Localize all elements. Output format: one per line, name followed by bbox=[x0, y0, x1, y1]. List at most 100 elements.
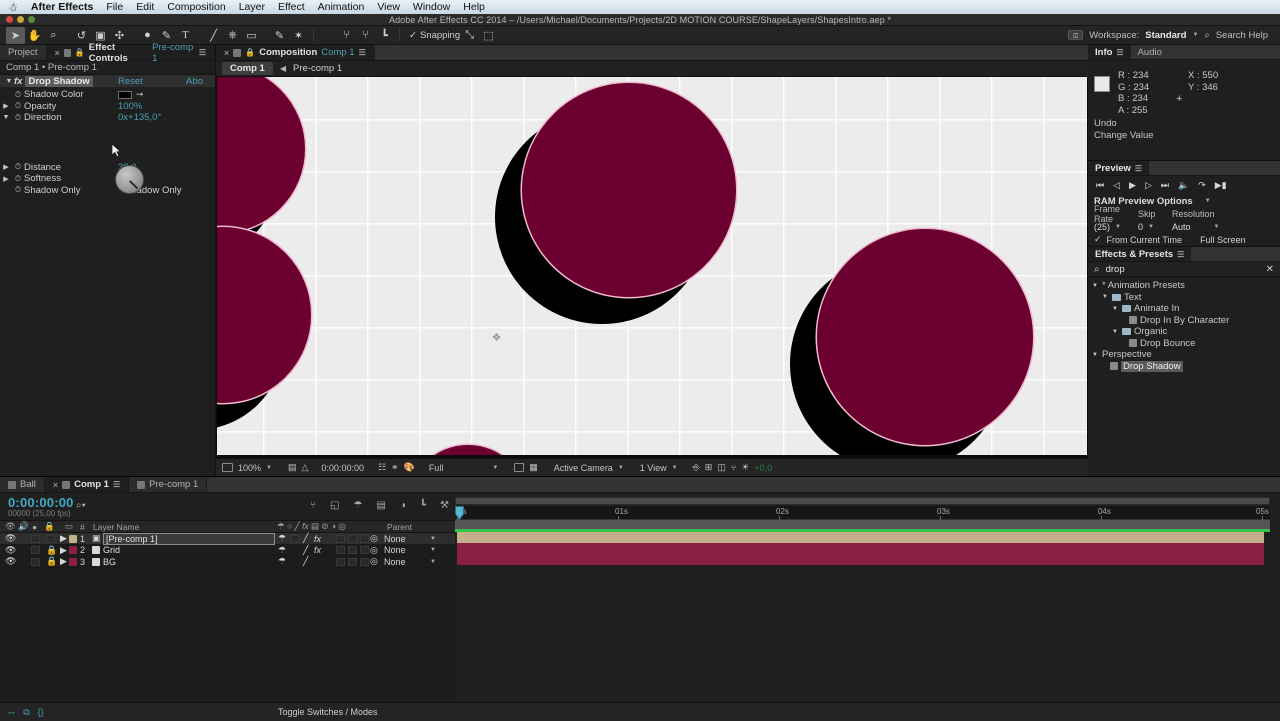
property-value[interactable]: 100% bbox=[118, 101, 142, 112]
panel-menu-icon[interactable]: ☰ bbox=[359, 48, 366, 57]
zoom-level-icon[interactable] bbox=[222, 463, 233, 472]
lock-icon[interactable]: 🔒 bbox=[245, 48, 255, 57]
tree-node-drop-bounce[interactable]: Drop Bounce bbox=[1088, 338, 1280, 350]
expand-layer-icon[interactable]: ▶ bbox=[60, 556, 67, 568]
flowchart-icon[interactable]: ⑂ bbox=[731, 463, 736, 473]
shy-switch[interactable]: ☂ bbox=[278, 533, 286, 545]
align-center-icon[interactable]: ⑂ bbox=[356, 27, 375, 44]
camera-view-value[interactable]: Active Camera bbox=[554, 463, 613, 473]
resolution-chevron-down-icon[interactable]: ▼ bbox=[1214, 224, 1220, 230]
stopwatch-icon[interactable]: ⏱ bbox=[12, 174, 24, 184]
time-ruler[interactable]: 0s 01s 02s 03s 04s 05s bbox=[455, 506, 1270, 520]
parent-chevron-down-icon[interactable]: ▼ bbox=[430, 533, 436, 545]
solo-toggle[interactable] bbox=[31, 534, 40, 543]
tree-node-organic[interactable]: ▼ Organic bbox=[1088, 326, 1280, 338]
lock-toggle[interactable] bbox=[46, 534, 55, 543]
draft-3d-icon[interactable]: ◱ bbox=[330, 500, 339, 511]
current-time-display[interactable]: 0:00:00:00 bbox=[321, 463, 364, 473]
brainstorm-icon[interactable]: ⚒ bbox=[440, 500, 449, 511]
ram-options-chevron-down-icon[interactable]: ▼ bbox=[1205, 198, 1211, 204]
panel-menu-icon[interactable]: ☰ bbox=[1177, 250, 1184, 259]
effects-search-input[interactable]: drop bbox=[1106, 264, 1260, 275]
selection-tool-icon[interactable]: ➤ bbox=[6, 26, 25, 44]
previous-frame-button[interactable]: ◁ bbox=[1113, 180, 1120, 191]
parent-chevron-down-icon[interactable]: ▼ bbox=[430, 556, 436, 568]
stopwatch-icon[interactable]: ⏱ bbox=[12, 113, 24, 123]
work-area-bar[interactable] bbox=[455, 497, 1270, 505]
tab-preview[interactable]: Preview ☰ bbox=[1088, 161, 1150, 175]
expression-icon[interactable]: {} bbox=[38, 707, 44, 718]
resolution-chevron-down-icon[interactable]: ▼ bbox=[492, 465, 498, 471]
audio-button[interactable]: 🔈 bbox=[1178, 180, 1189, 191]
table-row[interactable]: 👁 🔒 ▶ 2 Grid ☂ ╱ fx ◎ None ▼ bbox=[0, 545, 455, 557]
solo-toggle[interactable] bbox=[31, 557, 40, 566]
graph-editor-icon[interactable]: ┗ bbox=[420, 500, 426, 511]
camera-chevron-down-icon[interactable]: ▼ bbox=[618, 465, 624, 471]
nav-comp-1[interactable]: Comp 1 bbox=[222, 62, 273, 75]
tab-precomp-1[interactable]: Pre-comp 1 bbox=[129, 477, 208, 492]
timeline-scroll-bar[interactable] bbox=[455, 520, 1270, 529]
view-chevron-down-icon[interactable]: ▼ bbox=[672, 465, 678, 471]
menu-item-animation[interactable]: Animation bbox=[318, 1, 365, 13]
tab-comp-1[interactable]: × Comp 1 ☰ bbox=[44, 477, 130, 492]
composition-mini-flowchart-icon[interactable]: ⑂ bbox=[310, 500, 316, 511]
frame-blending-icon[interactable]: ▤ bbox=[376, 500, 385, 511]
tree-node-drop-in-by-character[interactable]: Drop In By Character bbox=[1088, 315, 1280, 327]
brush-tool-icon[interactable]: ╱ bbox=[204, 27, 223, 44]
hide-shy-layers-icon[interactable]: ☂ bbox=[353, 500, 362, 511]
menu-item-window[interactable]: Window bbox=[413, 1, 450, 13]
chevron-right-icon[interactable]: ▶ bbox=[0, 163, 12, 171]
shadow-color-swatch[interactable] bbox=[118, 90, 132, 99]
align-left-icon[interactable]: ⑂ bbox=[337, 27, 356, 44]
frame-rate-chevron-down-icon[interactable]: ▼ bbox=[1115, 224, 1121, 230]
lock-toggle[interactable]: 🔒 bbox=[46, 556, 57, 568]
zoom-level-value[interactable]: 100% bbox=[238, 463, 261, 473]
distribute-icon[interactable]: ┗ bbox=[375, 27, 394, 44]
label-color-swatch[interactable] bbox=[69, 534, 77, 543]
panel-menu-icon[interactable]: ☰ bbox=[1116, 48, 1123, 57]
close-icon[interactable]: × bbox=[53, 480, 58, 490]
chevron-down-icon[interactable]: ▼ bbox=[1111, 329, 1119, 335]
menu-item-composition[interactable]: Composition bbox=[167, 1, 225, 13]
close-icon[interactable]: × bbox=[224, 48, 229, 58]
tree-node-text[interactable]: ▼ Text bbox=[1088, 292, 1280, 304]
playhead-marker[interactable] bbox=[455, 506, 464, 520]
view-layout-value[interactable]: 1 View bbox=[640, 463, 667, 473]
parent-pick-whip-icon[interactable]: ◎ bbox=[370, 545, 378, 557]
motion-blur-icon[interactable]: ◑ bbox=[400, 500, 406, 511]
channel-rgb-icon[interactable]: 🎨 bbox=[404, 462, 415, 473]
video-toggle[interactable]: 👁 bbox=[5, 556, 16, 568]
expand-layer-icon[interactable]: ▶ bbox=[60, 545, 67, 557]
video-toggle[interactable]: 👁 bbox=[5, 545, 16, 557]
timeline-ruler-area[interactable]: 0s 01s 02s 03s 04s 05s bbox=[455, 497, 1280, 721]
chevron-down-icon[interactable]: ▼ bbox=[1091, 352, 1099, 358]
hand-tool-icon[interactable]: ✋ bbox=[25, 27, 44, 44]
effect-name[interactable]: Drop Shadow bbox=[25, 75, 93, 87]
table-row[interactable]: 👁 ▶ 1 ▣ [Pre-comp 1] ☂ ╱ fx ◎ None ▼ bbox=[0, 533, 455, 545]
toggle-switches-icon[interactable]: ⥐ bbox=[8, 707, 15, 718]
effect-header-row[interactable]: ▼ fx Drop Shadow Reset Abo bbox=[0, 75, 215, 87]
solo-toggle[interactable] bbox=[31, 546, 40, 555]
zoom-chevron-down-icon[interactable]: ▼ bbox=[266, 465, 272, 471]
puppet-pin-tool-icon[interactable]: ✶ bbox=[289, 27, 308, 44]
fast-previews-icon[interactable]: ⊞ bbox=[705, 462, 713, 473]
chevron-down-icon[interactable]: ▼ bbox=[1091, 283, 1099, 289]
reset-button[interactable]: Reset bbox=[118, 76, 143, 87]
property-row-direction[interactable]: ▼ ⏱ Direction 0x+135,0° bbox=[0, 112, 215, 124]
tab-audio[interactable]: Audio bbox=[1131, 45, 1169, 59]
tab-project[interactable]: Project bbox=[0, 45, 47, 60]
adjustment-switch[interactable] bbox=[360, 557, 369, 566]
eraser-tool-icon[interactable]: ▭ bbox=[242, 27, 261, 44]
tab-ball[interactable]: Ball bbox=[0, 477, 45, 492]
chevron-down-icon[interactable]: ▼ bbox=[0, 114, 12, 121]
tree-node-drop-shadow[interactable]: Drop Shadow bbox=[1088, 360, 1280, 373]
quality-switch[interactable]: ╱ bbox=[303, 556, 308, 568]
chevron-down-icon[interactable]: ▼ bbox=[1111, 306, 1119, 312]
parent-pick-whip-icon[interactable]: ◎ bbox=[370, 533, 378, 545]
toggle-switches-modes-label[interactable]: Toggle Switches / Modes bbox=[278, 707, 378, 717]
apple-logo-icon[interactable]: ☃ bbox=[8, 1, 18, 14]
grid-guides-icon[interactable]: ▤ bbox=[288, 462, 297, 473]
label-color-swatch[interactable] bbox=[69, 557, 77, 566]
tab-info[interactable]: Info ☰ bbox=[1088, 45, 1131, 59]
full-screen-label[interactable]: Full Screen bbox=[1200, 235, 1246, 245]
